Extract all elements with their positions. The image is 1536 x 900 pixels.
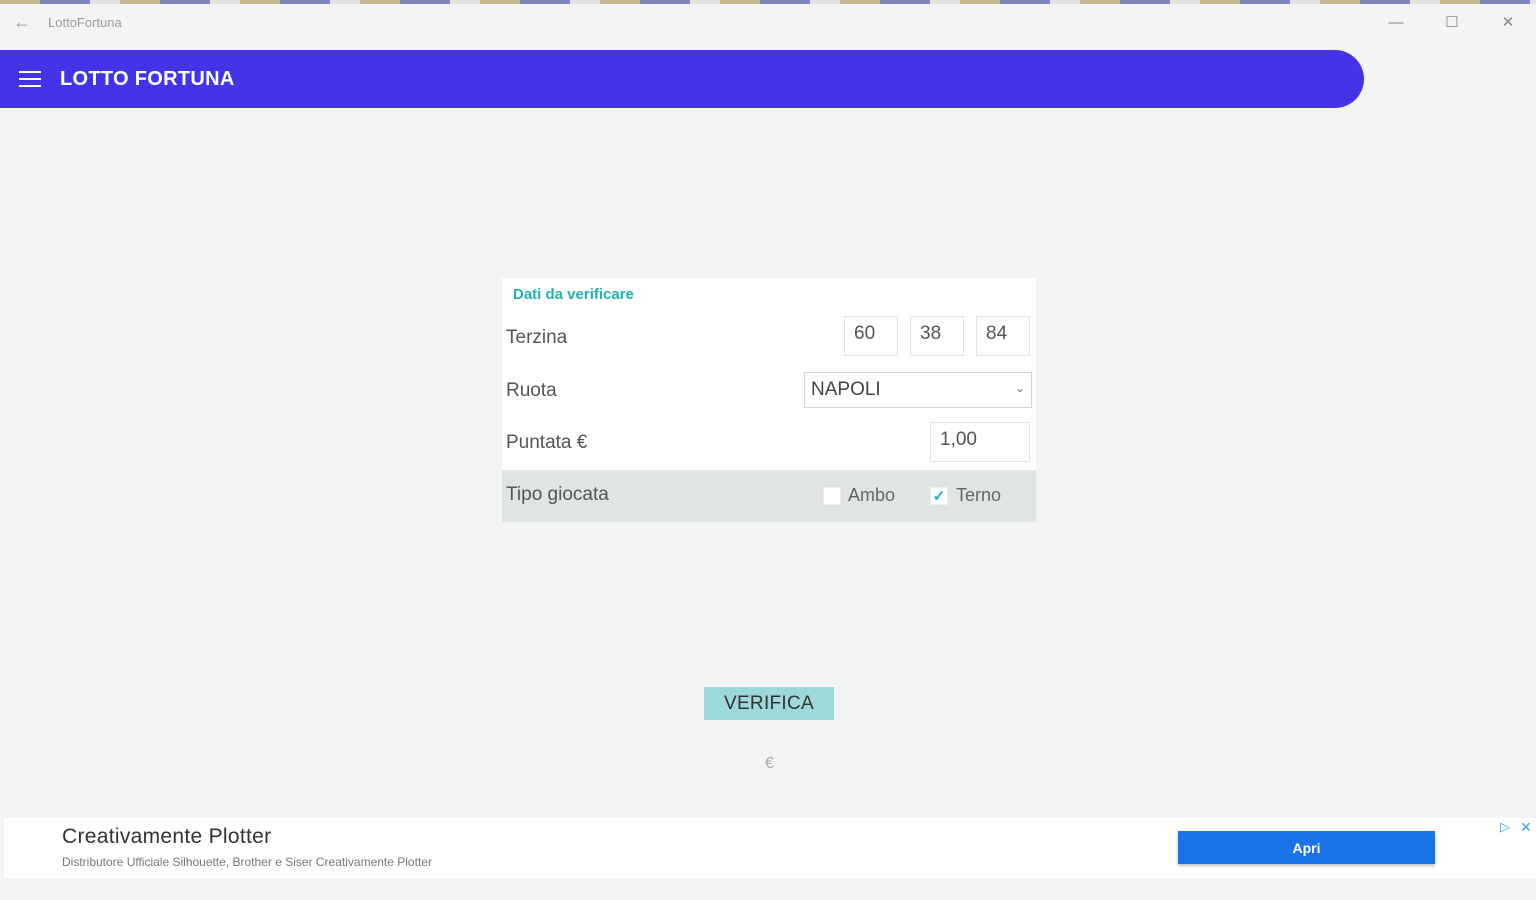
terno-checkbox[interactable]: ✓	[930, 487, 948, 505]
terzina-number-2[interactable]: 38	[910, 316, 964, 356]
verifica-button[interactable]: VERIFICA	[704, 687, 834, 720]
ambo-checkbox[interactable]	[823, 487, 841, 505]
ad-description: Distributore Ufficiale Silhouette, Broth…	[62, 855, 432, 869]
menu-icon[interactable]	[0, 50, 60, 108]
verify-form-panel: Dati da verificare Terzina 60 38 84 Ruot…	[502, 278, 1036, 522]
tipo-giocata-label: Tipo giocata	[506, 484, 609, 505]
terzina-number-1[interactable]: 60	[844, 316, 898, 356]
result-text: €	[765, 755, 774, 772]
terzina-row: Terzina 60 38 84	[502, 316, 1036, 360]
window-titlebar: ← LottoFortuna — ☐ ✕	[0, 4, 1536, 40]
ruota-row: Ruota NAPOLI ⌄	[502, 372, 1036, 410]
puntata-row: Puntata € 1,00	[502, 422, 1036, 464]
puntata-input[interactable]: 1,00	[930, 422, 1030, 462]
ad-choices-icon[interactable]: ▷	[1500, 819, 1510, 835]
back-arrow-icon[interactable]: ←	[0, 4, 44, 40]
chevron-down-icon: ⌄	[1014, 381, 1025, 395]
terzina-label: Terzina	[506, 327, 568, 348]
ruota-selected-value: NAPOLI	[811, 379, 881, 400]
window-title: LottoFortuna	[48, 14, 122, 30]
app-title: LOTTO FORTUNA	[60, 67, 235, 90]
ad-banner: Creativamente Plotter Distributore Uffic…	[4, 818, 1536, 878]
ad-title[interactable]: Creativamente Plotter	[62, 825, 271, 849]
ad-close-icon[interactable]: ✕	[1520, 819, 1532, 836]
form-header: Dati da verificare	[513, 286, 634, 303]
terno-label: Terno	[956, 485, 1002, 505]
close-icon[interactable]: ✕	[1480, 4, 1536, 40]
terzina-number-3[interactable]: 84	[976, 316, 1030, 356]
checkmark-icon: ✓	[932, 488, 946, 505]
window-controls: — ☐ ✕	[1368, 4, 1536, 40]
ambo-label: Ambo	[848, 485, 896, 505]
tipo-giocata-row: Tipo giocata Ambo ✓ Terno	[502, 470, 1036, 522]
ad-open-button[interactable]: Apri	[1178, 831, 1435, 864]
app-header: LOTTO FORTUNA	[0, 50, 1364, 108]
minimize-icon[interactable]: —	[1368, 4, 1424, 40]
ruota-label: Ruota	[506, 380, 557, 401]
ruota-select[interactable]: NAPOLI ⌄	[804, 372, 1032, 408]
maximize-icon[interactable]: ☐	[1424, 4, 1480, 40]
puntata-label: Puntata €	[506, 432, 588, 453]
